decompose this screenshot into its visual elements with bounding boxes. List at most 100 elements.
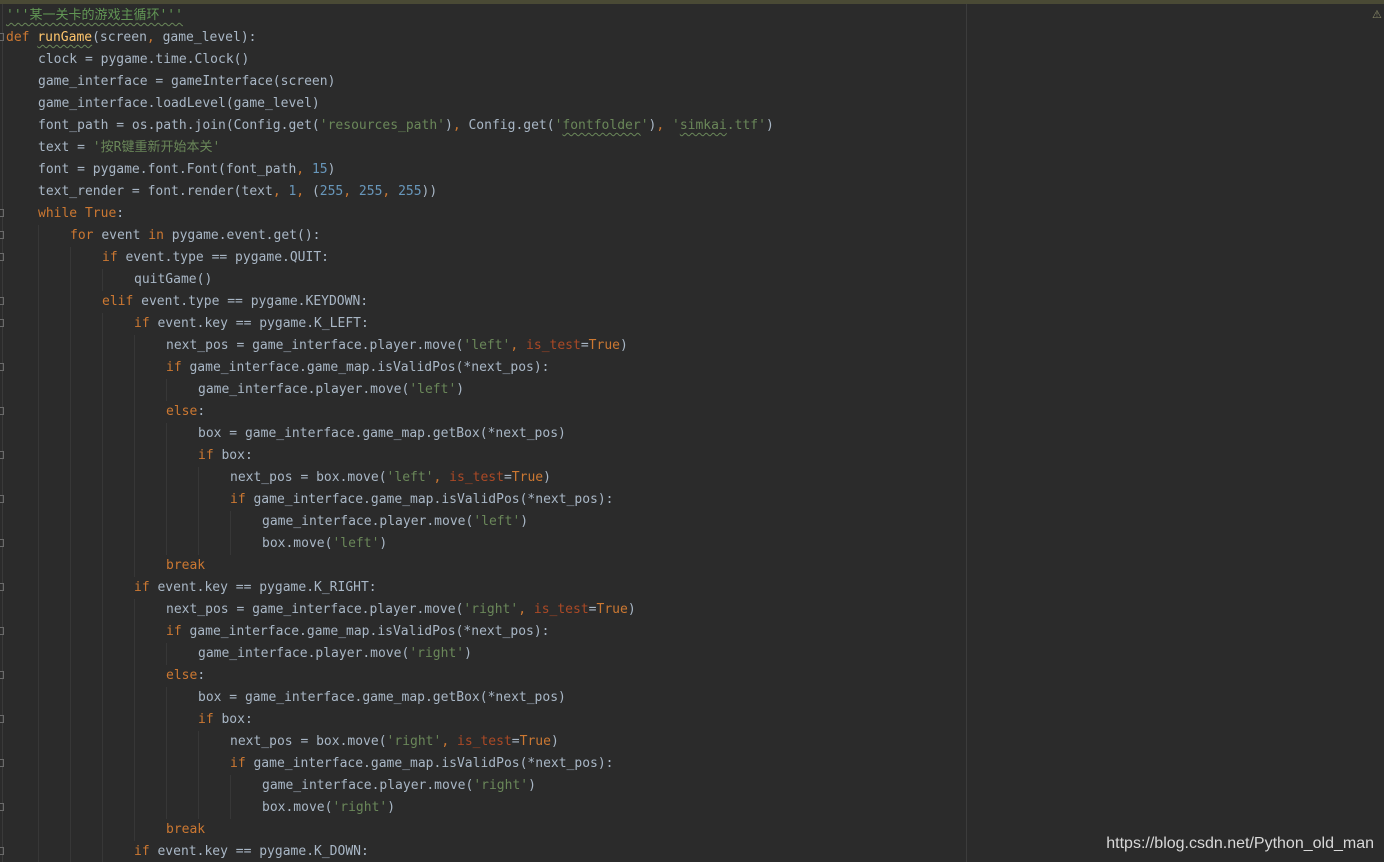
- code-token: event.type == pygame.QUIT:: [125, 250, 329, 265]
- code-line[interactable]: if event.key == pygame.K_LEFT:: [0, 313, 774, 335]
- code-line[interactable]: game_interface.player.move('right'): [6, 643, 774, 665]
- code-line[interactable]: box.move('left'): [0, 533, 774, 555]
- code-line[interactable]: quitGame(): [6, 269, 774, 291]
- code-token: if: [198, 448, 222, 463]
- fold-marker-icon[interactable]: [0, 583, 4, 591]
- indent-guide: [102, 643, 103, 665]
- code-area[interactable]: '''某一关卡的游戏主循环''' def runGame(screen, game…: [0, 5, 774, 862]
- code-line[interactable]: if box:: [0, 709, 774, 731]
- code-token: font = pygame.font.Font(font_path: [38, 162, 297, 177]
- code-line[interactable]: else:: [0, 665, 774, 687]
- indent-guide: [134, 379, 135, 401]
- code-line[interactable]: if event.key == pygame.K_RIGHT:: [0, 577, 774, 599]
- code-line[interactable]: '''某一关卡的游戏主循环''': [6, 5, 774, 27]
- fold-marker-icon[interactable]: [0, 671, 4, 679]
- code-editor[interactable]: ⚠ '''某一关卡的游戏主循环''' def runGame(screen, ga…: [0, 0, 1384, 862]
- code-token: if: [166, 360, 190, 375]
- code-line[interactable]: next_pos = game_interface.player.move('l…: [6, 335, 774, 357]
- code-token: ,: [296, 184, 312, 199]
- code-token: event.key == pygame.K_RIGHT:: [157, 580, 377, 595]
- code-token: text_render = font.render(text: [38, 184, 273, 199]
- code-line[interactable]: break: [6, 819, 774, 841]
- code-line[interactable]: text_render = font.render(text, 1, (255,…: [6, 181, 774, 203]
- fold-marker-icon[interactable]: [0, 363, 4, 371]
- indent-guide: [102, 379, 103, 401]
- indent-guide: [102, 797, 103, 819]
- code-token: next_pos = box.move(: [230, 734, 387, 749]
- fold-marker-icon[interactable]: [0, 319, 4, 327]
- code-line[interactable]: if game_interface.game_map.isValidPos(*n…: [0, 621, 774, 643]
- code-line[interactable]: font = pygame.font.Font(font_path, 15): [6, 159, 774, 181]
- fold-marker-icon[interactable]: [0, 407, 4, 415]
- warning-triangle-icon[interactable]: ⚠: [1372, 9, 1384, 21]
- code-token: :: [116, 206, 125, 221]
- code-line[interactable]: if game_interface.game_map.isValidPos(*n…: [0, 357, 774, 379]
- code-line[interactable]: if game_interface.game_map.isValidPos(*n…: [0, 489, 774, 511]
- indent-guide: [70, 291, 71, 313]
- indent-guide: [230, 797, 231, 819]
- indent-guide: [134, 335, 135, 357]
- indent-guide: [198, 797, 199, 819]
- code-token: break: [166, 558, 206, 573]
- code-token: ,: [656, 118, 672, 133]
- fold-marker-icon[interactable]: [0, 231, 4, 239]
- fold-marker-icon[interactable]: [0, 33, 4, 41]
- fold-marker-icon[interactable]: [0, 759, 4, 767]
- fold-marker-icon[interactable]: [0, 847, 4, 855]
- code-line[interactable]: next_pos = box.move('left', is_test=True…: [6, 467, 774, 489]
- fold-marker-icon[interactable]: [0, 253, 4, 261]
- fold-marker-icon[interactable]: [0, 495, 4, 503]
- code-line[interactable]: game_interface = gameInterface(screen): [6, 71, 774, 93]
- indent-guide: [166, 445, 167, 467]
- fold-marker-icon[interactable]: [0, 297, 4, 305]
- code-line[interactable]: game_interface.player.move('left'): [6, 511, 774, 533]
- fold-marker-icon[interactable]: [0, 715, 4, 723]
- fold-marker-icon[interactable]: [0, 451, 4, 459]
- fold-marker-icon[interactable]: [0, 803, 4, 811]
- code-token: (: [311, 184, 320, 199]
- code-line[interactable]: clock = pygame.time.Clock(): [6, 49, 774, 71]
- code-line[interactable]: if event.type == pygame.QUIT:: [0, 247, 774, 269]
- code-line[interactable]: box.move('right'): [0, 797, 774, 819]
- indent-guide: [102, 313, 103, 335]
- code-token: ): [379, 536, 388, 551]
- indent-guide: [38, 797, 39, 819]
- code-line[interactable]: if event.key == pygame.K_DOWN:: [0, 841, 774, 862]
- indent-guide: [38, 621, 39, 643]
- fold-marker-icon[interactable]: [0, 209, 4, 217]
- indent-guide: [70, 357, 71, 379]
- indent-guide: [134, 511, 135, 533]
- code-line[interactable]: next_pos = box.move('right', is_test=Tru…: [6, 731, 774, 753]
- indent-guide: [70, 709, 71, 731]
- code-token: runGame: [37, 30, 93, 45]
- code-line[interactable]: for event in pygame.event.get():: [0, 225, 774, 247]
- indent-guide: [70, 731, 71, 753]
- code-line[interactable]: if box:: [0, 445, 774, 467]
- code-token: box = game_interface.game_map.getBox(*ne…: [198, 690, 566, 705]
- indent-guide: [198, 489, 199, 511]
- indent-guide: [102, 577, 103, 599]
- indent-guide: [70, 555, 71, 577]
- code-token: 'left': [386, 470, 434, 485]
- indent-guide: [70, 445, 71, 467]
- code-line[interactable]: game_interface.loadLevel(game_level): [6, 93, 774, 115]
- code-line[interactable]: while True:: [0, 203, 774, 225]
- code-line[interactable]: next_pos = game_interface.player.move('r…: [6, 599, 774, 621]
- code-line[interactable]: def runGame(screen, game_level):: [0, 27, 774, 49]
- code-line[interactable]: else:: [0, 401, 774, 423]
- code-line[interactable]: break: [6, 555, 774, 577]
- code-line[interactable]: box = game_interface.game_map.getBox(*ne…: [6, 687, 774, 709]
- code-line[interactable]: box = game_interface.game_map.getBox(*ne…: [6, 423, 774, 445]
- code-line[interactable]: font_path = os.path.join(Config.get('res…: [6, 115, 774, 137]
- code-line[interactable]: if game_interface.game_map.isValidPos(*n…: [0, 753, 774, 775]
- code-line[interactable]: elif event.type == pygame.KEYDOWN:: [0, 291, 774, 313]
- code-line[interactable]: text = '按R键重新开始本关': [6, 137, 774, 159]
- indent-guide: [38, 533, 39, 555]
- indent-guide: [70, 247, 71, 269]
- code-token: game_interface.game_map.isValidPos(*next…: [189, 624, 550, 639]
- indent-guide: [102, 533, 103, 555]
- code-line[interactable]: game_interface.player.move('left'): [6, 379, 774, 401]
- code-line[interactable]: game_interface.player.move('right'): [6, 775, 774, 797]
- fold-marker-icon[interactable]: [0, 539, 4, 547]
- fold-marker-icon[interactable]: [0, 627, 4, 635]
